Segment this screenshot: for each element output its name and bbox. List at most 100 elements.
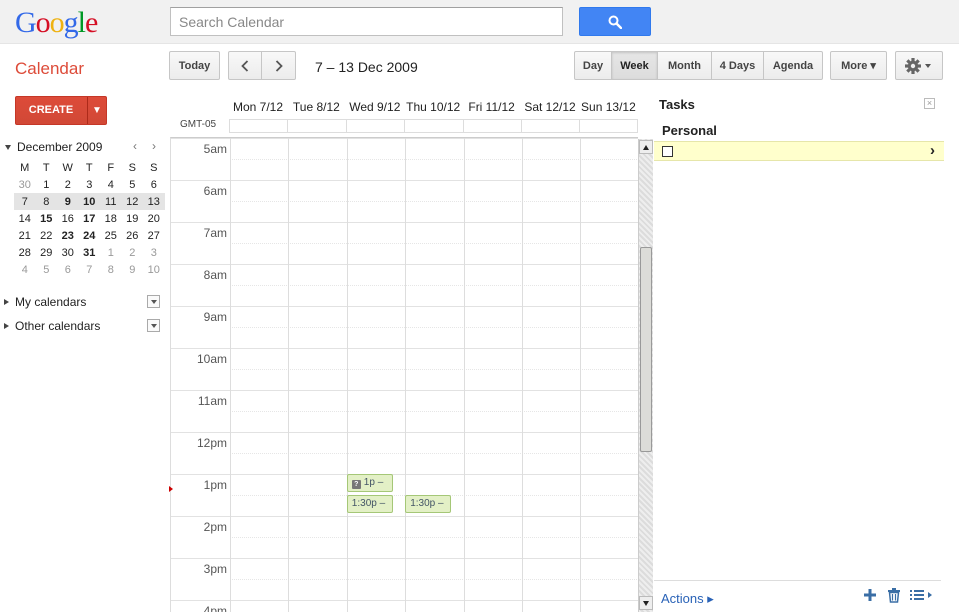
mini-calendar-day[interactable]: 19 [122,210,144,227]
mini-calendar-day[interactable]: 7 [79,261,101,278]
calendar-event[interactable]: 1:30p – [346,495,393,513]
view-week-button[interactable]: Week [611,51,658,80]
chevron-right-icon[interactable]: › [930,143,935,159]
mini-calendar-day[interactable]: 15 [36,210,58,227]
mini-calendar-day[interactable]: 6 [143,176,165,193]
mini-calendar-day[interactable]: 7 [14,193,36,210]
mini-calendar-day[interactable]: 27 [143,227,165,244]
mini-calendar-day[interactable]: 30 [14,176,36,193]
mini-calendar-day[interactable]: 4 [14,261,36,278]
mini-calendar-day[interactable]: 2 [122,244,144,261]
close-icon[interactable]: × [924,98,935,109]
mini-calendar-day[interactable]: 9 [57,193,79,210]
day-column[interactable] [522,138,523,612]
day-column[interactable] [463,138,465,612]
mini-calendar-day[interactable]: 29 [36,244,58,261]
search-button[interactable] [579,7,651,36]
expand-triangle-icon [4,323,9,329]
collapse-triangle-icon[interactable] [5,145,11,150]
half-hour-line [230,369,638,370]
day-column[interactable] [580,138,582,612]
day-header[interactable]: Fri 11/12 [463,100,521,114]
mini-calendar-day[interactable]: 5 [36,261,58,278]
view-month-button[interactable]: Month [657,51,712,80]
scroll-thumb[interactable] [640,247,652,452]
mini-calendar-day[interactable]: 30 [57,244,79,261]
mini-calendar-day[interactable]: 2 [57,176,79,193]
mini-calendar-day[interactable]: 4 [100,176,122,193]
day-column[interactable] [288,138,290,612]
mini-calendar-day[interactable]: 10 [78,193,100,210]
mini-calendar-day[interactable]: 28 [14,244,36,261]
mini-calendar-day[interactable]: 3 [79,176,101,193]
more-button[interactable]: More ▾ [830,51,887,80]
other-calendars-dropdown[interactable] [147,319,160,332]
task-list-name: Personal [662,123,717,138]
mini-calendar-day[interactable]: 3 [143,244,165,261]
day-header[interactable]: Tue 8/12 [287,100,345,114]
trash-icon[interactable] [887,588,901,603]
all-day-divider [521,120,522,132]
mini-calendar-day[interactable]: 8 [35,193,57,210]
mini-weekday-header: S [128,161,136,174]
mini-calendar-day[interactable]: 21 [14,227,36,244]
day-header[interactable]: Mon 7/12 [229,100,287,114]
mini-calendar-day[interactable]: 1 [100,244,122,261]
mini-calendar-day[interactable]: 12 [121,193,143,210]
google-logo[interactable]: Google [15,6,98,40]
today-button[interactable]: Today [169,51,220,80]
mini-calendar-day[interactable]: 20 [143,210,165,227]
list-menu-icon[interactable] [910,588,934,602]
mini-calendar-day[interactable]: 23 [57,227,79,244]
task-row[interactable]: › [654,141,944,161]
mini-calendar-day[interactable]: 26 [122,227,144,244]
day-column[interactable] [346,138,348,612]
week-grid[interactable]: 5am 6am 7am 8am 9am 10am 11am 12pm 1pm 2pm 3pm 4pm?… [170,137,638,612]
create-menu-arrow[interactable]: ▼ [87,97,106,124]
day-column[interactable] [405,138,407,612]
mini-calendar-day[interactable]: 22 [36,227,58,244]
previous-button[interactable] [228,51,262,80]
day-header[interactable]: Sun 13/12 [579,100,637,114]
calendar-event[interactable]: 1:30p – [405,495,452,513]
create-button[interactable]: CREATE ▼ [15,96,107,125]
mini-calendar-day[interactable]: 24 [79,227,101,244]
all-day-row[interactable] [229,119,638,133]
mini-calendar-day[interactable]: 11 [100,193,122,210]
mini-calendar-day[interactable]: 31 [79,244,101,261]
my-calendars-section[interactable]: My calendars [4,294,162,312]
day-header[interactable]: Thu 10/12 [404,100,462,114]
grid-scrollbar[interactable] [638,139,653,612]
mini-calendar-day[interactable]: 14 [14,210,36,227]
day-column[interactable] [230,138,231,612]
mini-calendar-day[interactable]: 13 [143,193,165,210]
calendar-event[interactable]: ? 1p – [346,474,393,492]
day-header[interactable]: Sat 12/12 [521,100,579,114]
mini-calendar-day[interactable]: 18 [100,210,122,227]
mini-calendar-day[interactable]: 8 [100,261,122,278]
scroll-down-arrow[interactable] [639,596,653,610]
scroll-up-arrow[interactable] [639,140,653,154]
view-day-button[interactable]: Day [574,51,612,80]
mini-prev-month-icon[interactable]: ‹ [133,139,137,153]
mini-calendar-day[interactable]: 9 [122,261,144,278]
mini-calendar-day[interactable]: 17 [79,210,101,227]
mini-calendar-day[interactable]: 25 [100,227,122,244]
search-input[interactable] [170,7,563,36]
mini-calendar-day[interactable]: 10 [143,261,165,278]
add-task-icon[interactable] [863,588,877,602]
settings-button[interactable] [895,51,943,80]
mini-calendar-day[interactable]: 16 [57,210,79,227]
mini-calendar-day[interactable]: 1 [36,176,58,193]
actions-menu-link[interactable]: Actions ▸ [661,591,714,607]
view-agenda-button[interactable]: Agenda [763,51,823,80]
mini-calendar-day[interactable]: 6 [57,261,79,278]
day-header[interactable]: Wed 9/12 [346,100,404,114]
mini-next-month-icon[interactable]: › [152,139,156,153]
other-calendars-section[interactable]: Other calendars [4,318,162,336]
task-checkbox[interactable] [662,146,673,157]
next-button[interactable] [261,51,296,80]
my-calendars-dropdown[interactable] [147,295,160,308]
mini-calendar-day[interactable]: 5 [122,176,144,193]
view-4days-button[interactable]: 4 Days [711,51,764,80]
